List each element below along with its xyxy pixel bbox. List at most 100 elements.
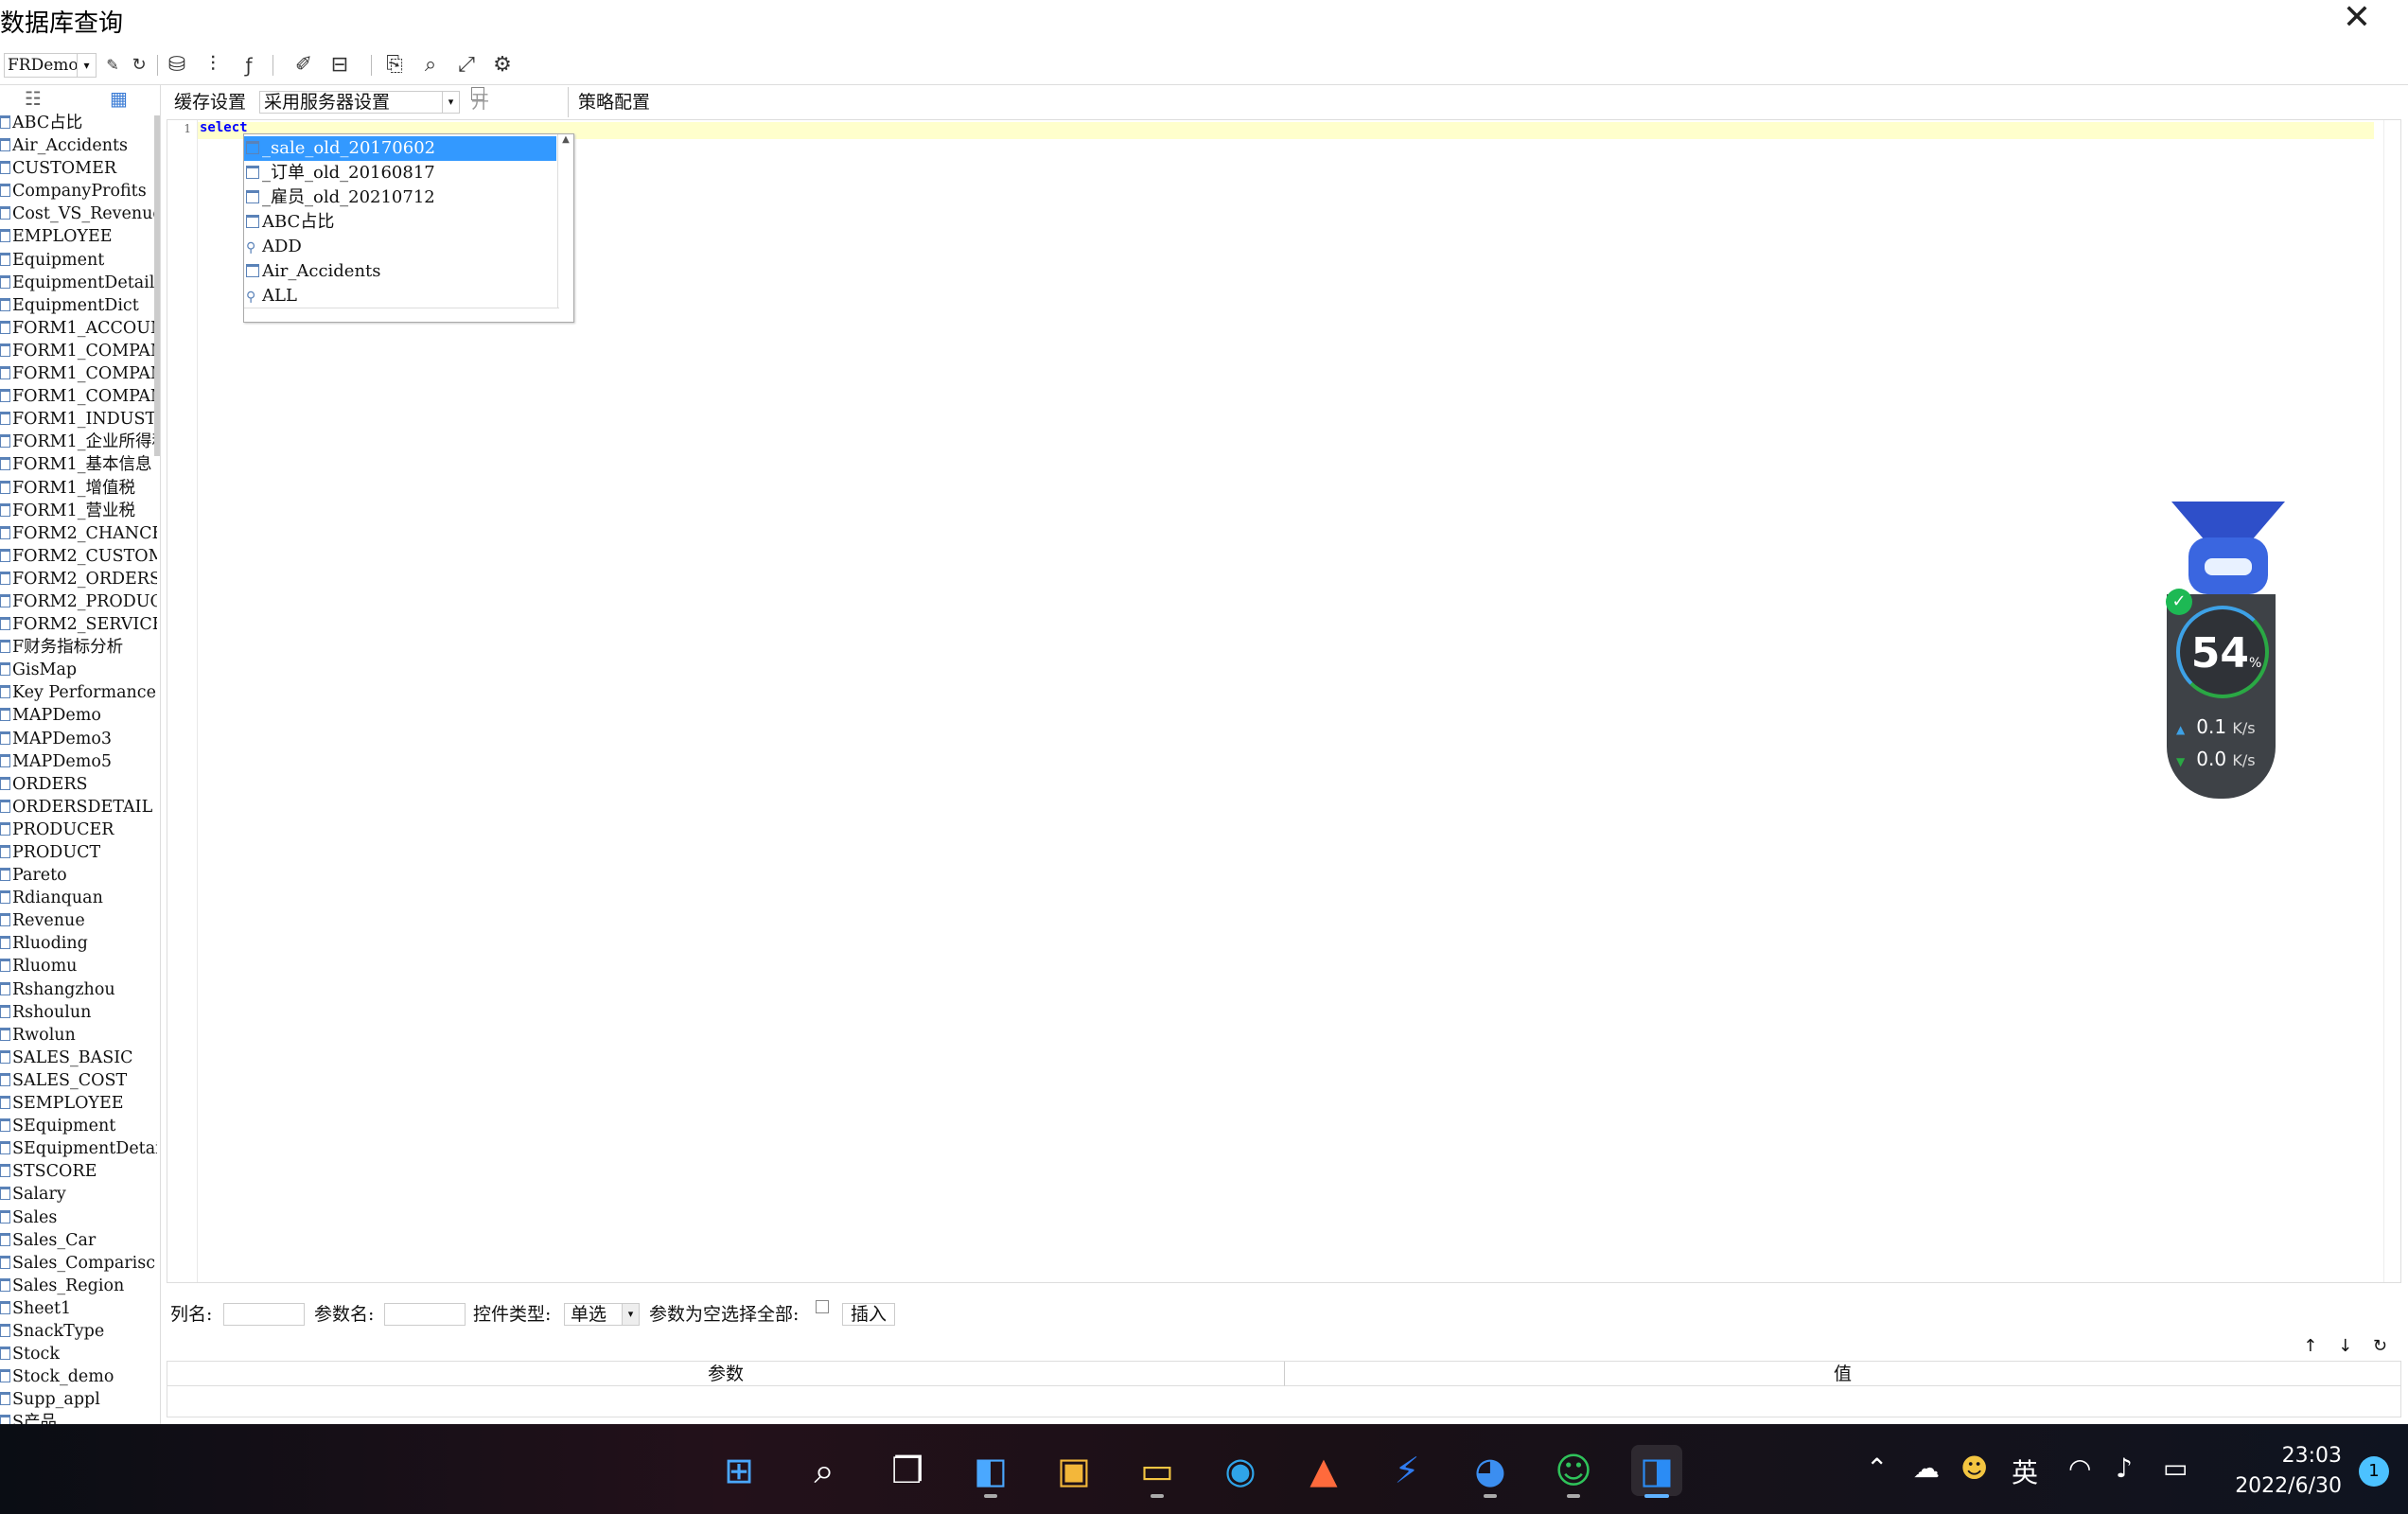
table-item[interactable]: FORM2_PRODUCT — [0, 590, 157, 613]
table-item[interactable]: SEquipment — [0, 1115, 157, 1137]
table-item[interactable]: Revenue — [0, 909, 157, 932]
table-item[interactable]: GisMap — [0, 659, 157, 681]
table-item[interactable]: Stock — [0, 1343, 157, 1365]
table-item[interactable]: EquipmentDict — [0, 294, 157, 317]
edge-icon[interactable]: ◉ — [1215, 1445, 1266, 1496]
table-item[interactable]: MAPDemo5 — [0, 750, 157, 773]
battery-icon[interactable]: ▭ — [2163, 1452, 2188, 1484]
table-item[interactable]: PRODUCT — [0, 841, 157, 864]
table-item[interactable]: Rdianquan — [0, 887, 157, 909]
table-item[interactable]: Rluomu — [0, 955, 157, 977]
table-item[interactable]: Rshoulun — [0, 1001, 157, 1024]
table-item[interactable]: F财务指标分析 — [0, 636, 157, 659]
table-item[interactable]: FORM2_CUSTOMER — [0, 545, 157, 568]
param-order-controls[interactable]: ↑ ↓ ↻ — [2303, 1336, 2395, 1356]
sql-code[interactable]: select — [200, 120, 248, 135]
list-view-icon[interactable]: ☷ — [25, 87, 42, 110]
table-item[interactable]: Equipment — [0, 249, 157, 272]
edit-icon[interactable]: ✎ — [98, 51, 127, 79]
thunder-icon[interactable]: ⚡ — [1381, 1445, 1432, 1496]
table-item[interactable]: FORM1_基本信息 — [0, 453, 157, 476]
wechat-icon[interactable]: ☺ — [1548, 1445, 1599, 1498]
table-item[interactable]: Cost_VS_Revenue — [0, 202, 157, 225]
sql-editor[interactable]: 1 select _sale_old_20170602 _订单_old_20160… — [167, 119, 2401, 1283]
task-view-icon[interactable]: ❐ — [882, 1445, 933, 1496]
search-icon[interactable]: ⌕ — [799, 1445, 850, 1496]
windows-start-icon[interactable]: ⊞ — [713, 1445, 765, 1496]
function-icon[interactable]: ƒ — [235, 51, 263, 79]
volume-icon[interactable]: ♪ — [2116, 1452, 2133, 1484]
param-name-input[interactable] — [384, 1303, 466, 1326]
table-item[interactable]: Sales_Car — [0, 1229, 157, 1252]
table-item[interactable]: MAPDemo — [0, 704, 157, 727]
table-item[interactable]: SALES_BASIC — [0, 1047, 157, 1069]
table-item[interactable]: FORM2_SERVICE — [0, 613, 157, 636]
table-item[interactable]: ABC占比 — [0, 112, 157, 134]
export-icon[interactable]: ⎘ — [380, 51, 409, 79]
table-list-scrollbar[interactable] — [154, 115, 160, 456]
aliyun-icon[interactable]: ▲ — [1298, 1445, 1349, 1496]
popup-horizontal-scrollbar[interactable] — [244, 308, 559, 322]
table-item[interactable]: Rshangzhou — [0, 978, 157, 1001]
table-item[interactable]: SnackType — [0, 1320, 157, 1343]
table-item[interactable]: Rluoding — [0, 932, 157, 955]
search-doc-icon[interactable]: ⌕ — [416, 51, 445, 79]
table-item[interactable]: Rwolun — [0, 1024, 157, 1047]
onedrive-icon[interactable]: ☁ — [1913, 1452, 1940, 1484]
editor-scrollbar[interactable] — [2383, 120, 2400, 1282]
sliders-icon[interactable]: ⫶ — [199, 51, 227, 79]
close-icon[interactable]: ✕ — [2338, 0, 2376, 38]
fullscreen-icon[interactable]: ⤢ — [452, 51, 481, 79]
wifi-icon[interactable]: ◠ — [2068, 1452, 2091, 1484]
table-item[interactable]: STSCORE — [0, 1160, 157, 1183]
browser-icon[interactable]: ◕ — [1465, 1445, 1516, 1498]
table-item[interactable]: MAPDemo3 — [0, 728, 157, 750]
autocomplete-item[interactable]: ABC占比 — [244, 210, 556, 235]
autocomplete-item[interactable]: Air_Accidents — [244, 259, 556, 284]
grid-view-icon[interactable]: ▦ — [110, 87, 128, 110]
table-item[interactable]: FORM1_增值税 — [0, 477, 157, 500]
refresh-icon[interactable]: ↻ — [125, 51, 153, 79]
popup-vertical-scrollbar[interactable]: ▲ — [557, 134, 573, 308]
table-item[interactable]: CUSTOMER — [0, 157, 157, 180]
table-item[interactable]: Key Performance — [0, 681, 157, 704]
layout-icon[interactable]: ⊟ — [325, 51, 354, 79]
table-item[interactable]: S产品 — [0, 1411, 157, 1424]
column-name-input[interactable] — [223, 1303, 305, 1326]
network-monitor-widget[interactable]: 54% ▲ 0.1 K/s ▼ 0.0 K/s ✓ — [2162, 502, 2290, 800]
table-item[interactable]: ORDERS — [0, 773, 157, 796]
autocomplete-item[interactable]: _订单_old_20160817 — [244, 161, 556, 185]
finereport-icon[interactable]: ◨ — [1631, 1445, 1682, 1498]
table-item[interactable]: Supp_appl — [0, 1388, 157, 1411]
table-item[interactable]: Pareto — [0, 864, 157, 887]
datasource-select[interactable]: FRDemo ▾ — [4, 53, 97, 78]
table-item[interactable]: FORM1_营业税 — [0, 500, 157, 522]
widgets-icon[interactable]: ◧ — [965, 1445, 1016, 1498]
table-item[interactable]: Sales_Comparisc — [0, 1252, 157, 1275]
table-item[interactable]: Sales_Region — [0, 1275, 157, 1297]
table-item[interactable]: SEquipmentDetai — [0, 1137, 157, 1160]
table-item[interactable]: FORM2_ORDERS — [0, 568, 157, 590]
file-explorer-icon[interactable]: ▭ — [1132, 1445, 1183, 1498]
input-language[interactable]: 英 — [2012, 1452, 2038, 1490]
brush-icon[interactable]: ✐ — [290, 51, 318, 79]
clock[interactable]: 23:03 2022/6/30 — [2219, 1441, 2342, 1502]
database-icon[interactable]: ⛁ — [163, 51, 191, 79]
table-item[interactable]: FORM1_COMPANYLI — [0, 362, 157, 385]
strategy-config-button[interactable]: 策略配置 — [568, 87, 650, 117]
table-item[interactable]: ORDERSDETAIL — [0, 796, 157, 819]
table-item[interactable]: SEMPLOYEE — [0, 1092, 157, 1115]
cache-strategy-select[interactable]: 采用服务器设置 ▾ — [259, 91, 460, 114]
table-item[interactable]: Stock_demo — [0, 1365, 157, 1388]
notification-badge[interactable]: 1 — [2359, 1456, 2389, 1487]
table-item[interactable]: EMPLOYEE — [0, 225, 157, 248]
table-item[interactable]: Salary — [0, 1183, 157, 1206]
autocomplete-item[interactable]: _sale_old_20170602 — [244, 136, 556, 161]
table-item[interactable]: FORM2_CHANCE — [0, 522, 157, 545]
table-item[interactable]: FORM1_COMPANYTY — [0, 385, 157, 408]
table-item[interactable]: FORM1_ACCOUNTTI — [0, 317, 157, 340]
gear-icon[interactable]: ⚙ — [488, 51, 517, 79]
insert-button[interactable]: 插入 — [842, 1303, 896, 1326]
autocomplete-item[interactable]: ⚲ ALL — [244, 284, 556, 308]
chevron-up-icon[interactable]: ⌃ — [1866, 1452, 1888, 1484]
